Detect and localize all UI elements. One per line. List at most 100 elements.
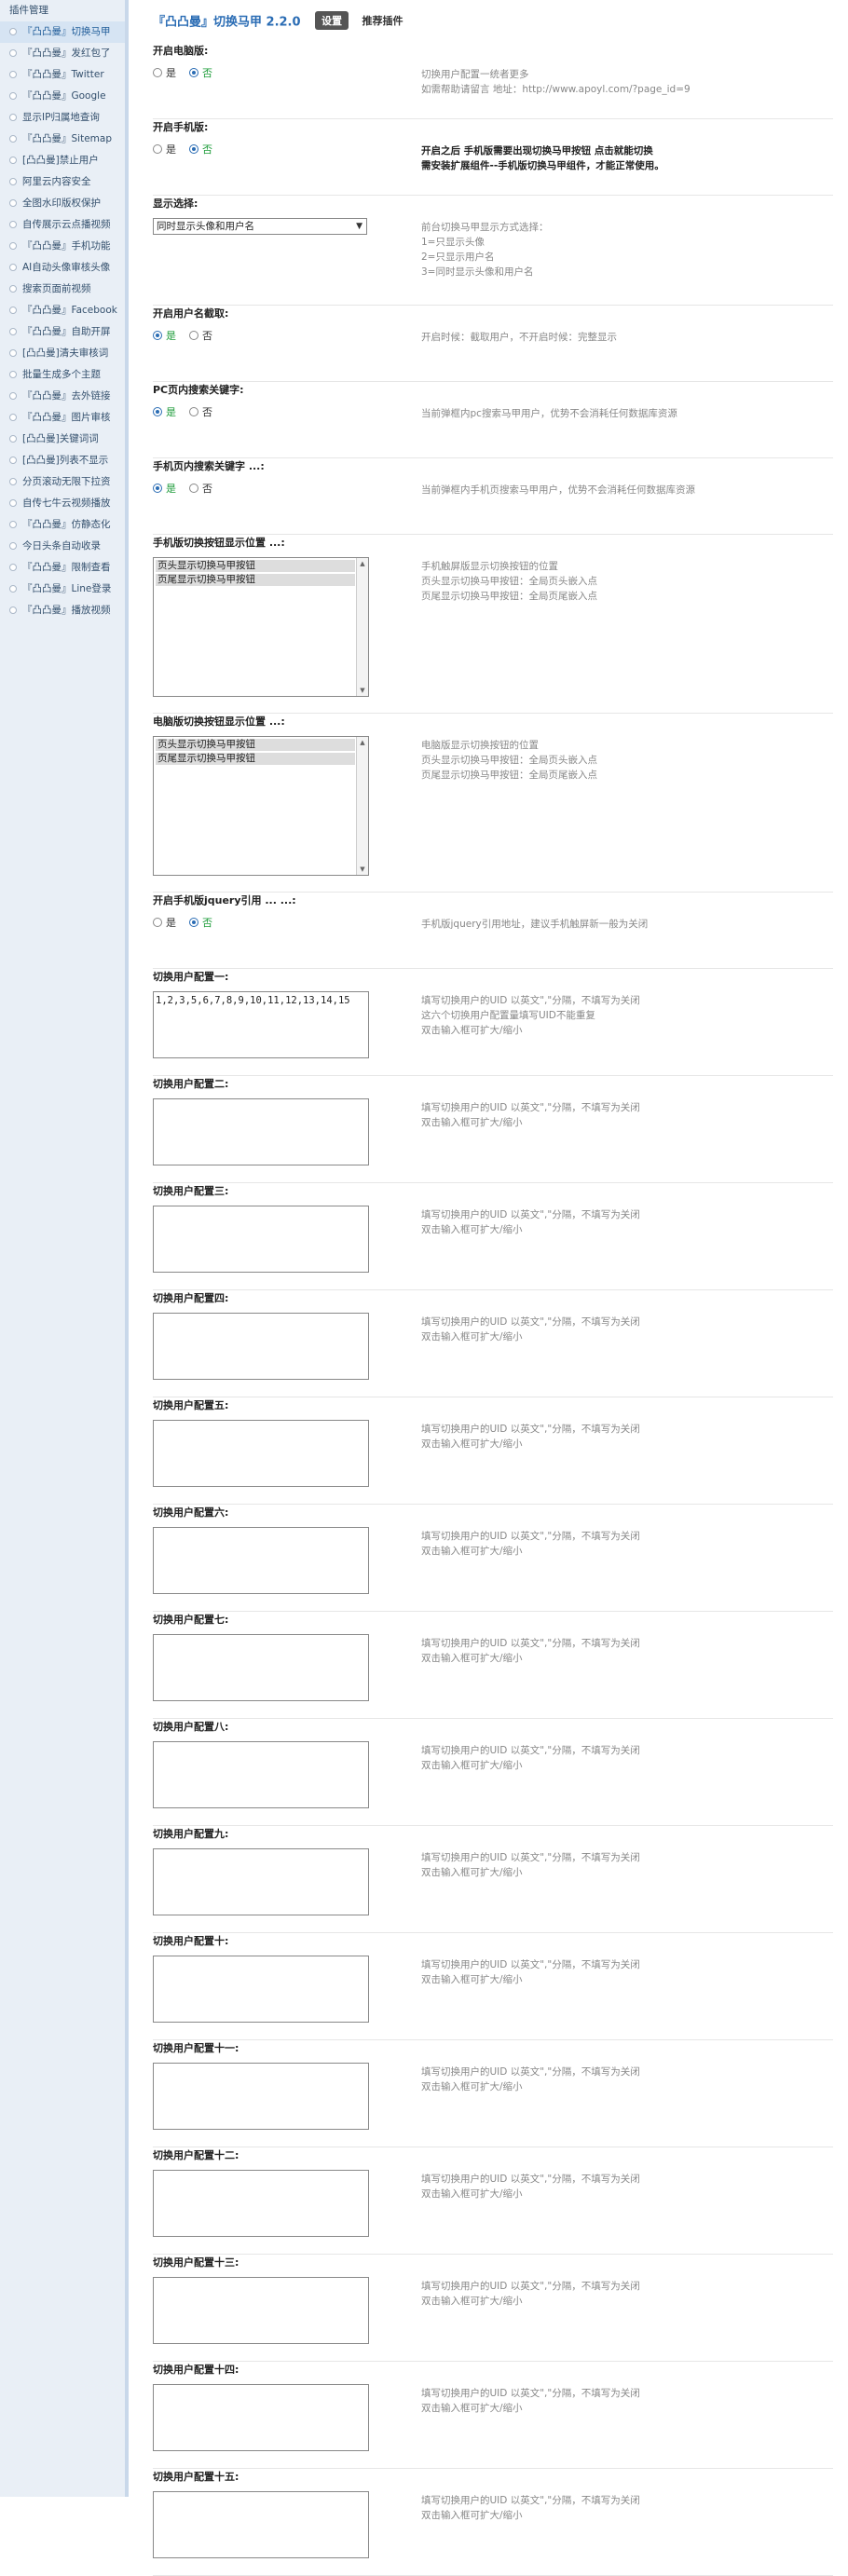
radio-label[interactable]: 是 bbox=[166, 917, 176, 929]
sidebar-item[interactable]: 自传展示云点播视频 bbox=[0, 214, 125, 236]
radio-label[interactable]: 是 bbox=[166, 143, 176, 156]
uid-textarea[interactable] bbox=[153, 2491, 369, 2558]
radio-no[interactable] bbox=[189, 484, 198, 493]
sidebar-item[interactable]: 分页滚动无限下拉资 bbox=[0, 471, 125, 493]
radio-label[interactable]: 是 bbox=[166, 67, 176, 79]
radio-yes[interactable] bbox=[153, 407, 162, 416]
radio-no[interactable] bbox=[189, 918, 198, 927]
uid-textarea[interactable] bbox=[153, 1741, 369, 1808]
sidebar-item[interactable]: 全图水印版权保护 bbox=[0, 193, 125, 214]
uid-textarea[interactable] bbox=[153, 2277, 369, 2344]
radio-no[interactable] bbox=[189, 407, 198, 416]
radio-no[interactable] bbox=[189, 68, 198, 77]
sidebar-item[interactable]: 批量生成多个主题 bbox=[0, 364, 125, 386]
sidebar-item-label: 插件管理 bbox=[9, 5, 48, 16]
uid-textarea[interactable] bbox=[153, 1634, 369, 1701]
uid-textarea[interactable] bbox=[153, 1420, 369, 1487]
setting-row: 切换用户配置十一: 填写切换用户的UID 以英文","分隔，不填写为关闭 双击输入框… bbox=[153, 2040, 833, 2147]
scroll-down-icon[interactable]: ▼ bbox=[357, 687, 368, 694]
uid-textarea[interactable] bbox=[153, 2170, 369, 2237]
setting-label: 切换用户配置七: bbox=[153, 1614, 229, 1626]
radio-label[interactable]: 否 bbox=[202, 143, 212, 156]
radio-label[interactable]: 否 bbox=[202, 330, 212, 342]
radio-yes[interactable] bbox=[153, 484, 162, 493]
sidebar-item[interactable]: 『凸凸曼』限制查看 bbox=[0, 557, 125, 579]
tab-settings[interactable]: 设置 bbox=[315, 11, 349, 30]
radio-label[interactable]: 是 bbox=[166, 483, 176, 495]
sidebar-item[interactable]: 『凸凸曼』Twitter bbox=[0, 64, 125, 86]
sidebar-item[interactable]: 『凸凸曼』切换马甲 bbox=[0, 21, 125, 43]
listbox-option[interactable]: 页头显示切换马甲按钮 bbox=[156, 560, 355, 572]
sidebar-item[interactable]: [凸凸曼]关键词词 bbox=[0, 429, 125, 450]
radio-no[interactable] bbox=[189, 144, 198, 154]
sidebar-item[interactable]: 『凸凸曼』仿静态化 bbox=[0, 514, 125, 536]
radio-label[interactable]: 否 bbox=[202, 917, 212, 929]
tab-recommended-plugins[interactable]: 推荐插件 bbox=[356, 11, 410, 30]
sidebar-item[interactable]: [凸凸曼]清夫审核词 bbox=[0, 343, 125, 364]
setting-label: 显示选择: bbox=[153, 198, 198, 210]
listbox-option[interactable]: 页尾显示切换马甲按钮 bbox=[156, 574, 355, 586]
sidebar-item[interactable]: 阿里云内容安全 bbox=[0, 171, 125, 193]
bullet-icon bbox=[9, 157, 17, 164]
radio-no[interactable] bbox=[189, 331, 198, 340]
uid-textarea[interactable] bbox=[153, 1956, 369, 2023]
radio-label[interactable]: 是 bbox=[166, 406, 176, 418]
sidebar-item[interactable]: [凸凸曼]列表不显示 bbox=[0, 450, 125, 471]
uid-textarea[interactable] bbox=[153, 1527, 369, 1594]
sidebar-item[interactable]: 『凸凸曼』图片审核 bbox=[0, 407, 125, 429]
uid-textarea[interactable] bbox=[153, 2384, 369, 2451]
radio-yes[interactable] bbox=[153, 68, 162, 77]
sidebar-item[interactable]: 『凸凸曼』手机功能 bbox=[0, 236, 125, 257]
setting-description: 填写切换用户的UID 以英文","分隔，不填写为关闭 双击输入框可扩大/缩小 bbox=[421, 2065, 831, 2094]
description-line: 填写切换用户的UID 以英文","分隔，不填写为关闭 bbox=[421, 2281, 640, 2292]
sidebar-item[interactable]: 『凸凸曼』自助开屏 bbox=[0, 321, 125, 343]
uid-textarea[interactable]: 1,2,3,5,6,7,8,9,10,11,12,13,14,15 bbox=[153, 991, 369, 1058]
radio-yes[interactable] bbox=[153, 144, 162, 154]
radio-group: 是否 bbox=[153, 142, 226, 157]
uid-textarea[interactable] bbox=[153, 2063, 369, 2130]
uid-textarea-wrap bbox=[153, 1206, 369, 1273]
uid-textarea[interactable] bbox=[153, 1848, 369, 1915]
description-line: 开启时候：截取用户，不开启时候：完整显示 bbox=[421, 332, 617, 343]
position-listbox[interactable]: 页头显示切换马甲按钮 页尾显示切换马甲按钮 ▲ ▼ bbox=[153, 557, 369, 697]
radio-label[interactable]: 否 bbox=[202, 483, 212, 495]
listbox-option[interactable]: 页头显示切换马甲按钮 bbox=[156, 739, 355, 751]
uid-textarea[interactable] bbox=[153, 1206, 369, 1273]
radio-yes[interactable] bbox=[153, 331, 162, 340]
setting-row: 开启手机版: 是否开启之后 手机版需要出现切换马甲按钮 点击就能切换 需安装扩展组件… bbox=[153, 119, 833, 196]
sidebar-item[interactable]: AI自动头像审核头像 bbox=[0, 257, 125, 279]
sidebar-item[interactable]: [凸凸曼]禁止用户 bbox=[0, 150, 125, 171]
sidebar-item[interactable]: 显示IP归属地查询 bbox=[0, 107, 125, 129]
sidebar-item[interactable]: 自传七牛云视频播放 bbox=[0, 493, 125, 514]
radio-label[interactable]: 否 bbox=[202, 406, 212, 418]
sidebar-item[interactable]: 搜索页面前视频 bbox=[0, 279, 125, 300]
sidebar-item[interactable]: 『凸凸曼』Facebook bbox=[0, 300, 125, 321]
sidebar-item[interactable]: 『凸凸曼』Google bbox=[0, 86, 125, 107]
listbox-option[interactable]: 页尾显示切换马甲按钮 bbox=[156, 753, 355, 765]
radio-label[interactable]: 是 bbox=[166, 330, 176, 342]
radio-yes[interactable] bbox=[153, 918, 162, 927]
uid-textarea[interactable] bbox=[153, 1098, 369, 1165]
position-listbox[interactable]: 页头显示切换马甲按钮 页尾显示切换马甲按钮 ▲ ▼ bbox=[153, 736, 369, 876]
scrollbar[interactable]: ▲ ▼ bbox=[356, 737, 368, 875]
scroll-up-icon[interactable]: ▲ bbox=[357, 739, 368, 746]
display-select[interactable]: 同时显示头像和用户名 ▼ bbox=[153, 218, 367, 235]
sidebar-item[interactable]: 『凸凸曼』播放视频 bbox=[0, 600, 125, 621]
scrollbar[interactable]: ▲ ▼ bbox=[356, 558, 368, 696]
sidebar-item[interactable]: 『凸凸曼』Sitemap bbox=[0, 129, 125, 150]
description-line: 填写切换用户的UID 以英文","分隔，不填写为关闭 bbox=[421, 995, 640, 1006]
setting-description: 填写切换用户的UID 以英文","分隔，不填写为关闭 双击输入框可扩大/缩小 bbox=[421, 1529, 831, 1559]
sidebar-item[interactable]: 『凸凸曼』发红包了 bbox=[0, 43, 125, 64]
sidebar-item[interactable]: 『凸凸曼』去外链接 bbox=[0, 386, 125, 407]
sidebar-item[interactable]: 今日头条自动收录 bbox=[0, 536, 125, 557]
sidebar-item[interactable]: 『凸凸曼』Line登录 bbox=[0, 579, 125, 600]
bullet-icon bbox=[9, 328, 17, 335]
uid-textarea[interactable] bbox=[153, 1313, 369, 1380]
sidebar-item[interactable]: 插件管理 bbox=[0, 0, 125, 21]
scroll-down-icon[interactable]: ▼ bbox=[357, 865, 368, 873]
setting-description: 填写切换用户的UID 以英文","分隔，不填写为关闭 双击输入框可扩大/缩小 bbox=[421, 2279, 831, 2309]
scroll-up-icon[interactable]: ▲ bbox=[357, 560, 368, 567]
setting-row: 切换用户配置十二: 填写切换用户的UID 以英文","分隔，不填写为关闭 双击输入框… bbox=[153, 2147, 833, 2255]
radio-label[interactable]: 否 bbox=[202, 67, 212, 79]
bullet-icon bbox=[9, 478, 17, 485]
